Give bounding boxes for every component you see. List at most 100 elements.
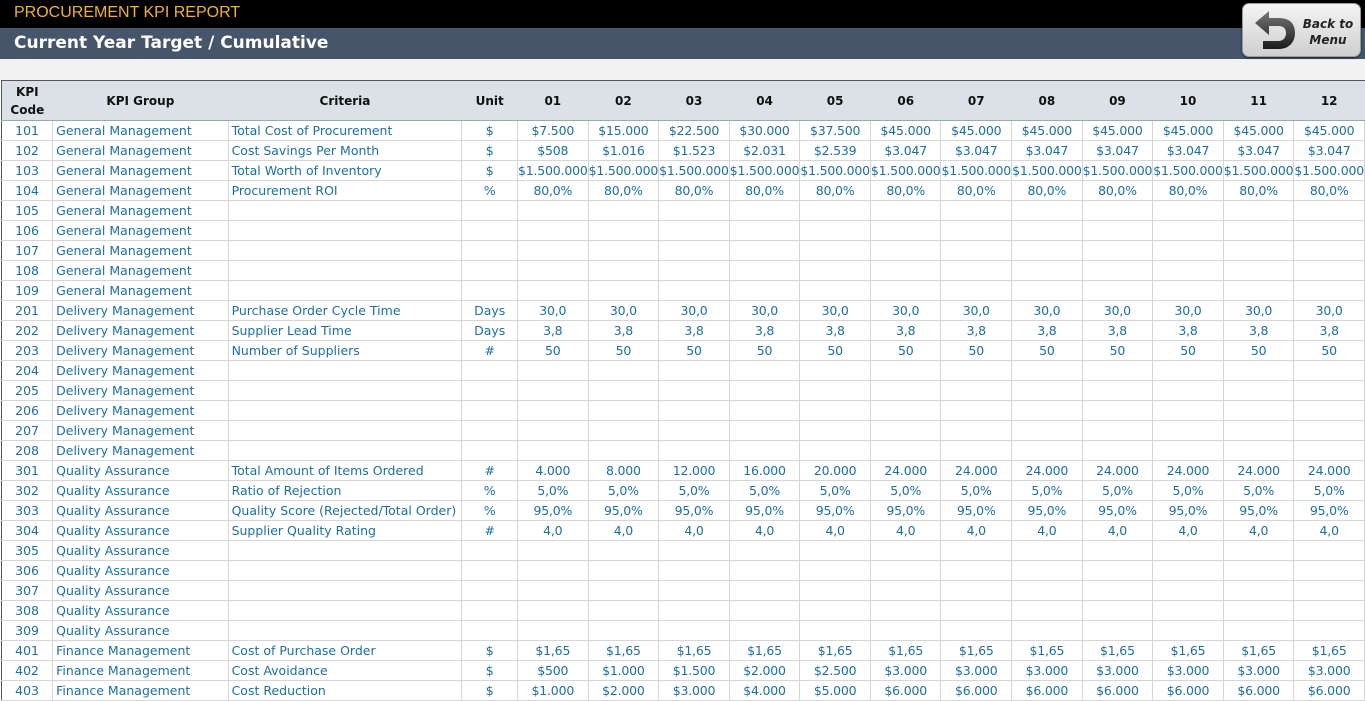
month-value-cell[interactable] xyxy=(1081,440,1154,461)
month-value-cell[interactable] xyxy=(1011,560,1083,581)
month-value-cell[interactable] xyxy=(869,280,942,301)
month-value-cell[interactable]: $1.500 xyxy=(658,660,730,681)
month-value-cell[interactable] xyxy=(1011,400,1083,421)
month-value-cell[interactable]: $6.000 xyxy=(1081,680,1154,701)
month-value-cell[interactable] xyxy=(940,200,1013,221)
month-value-cell[interactable]: 95,0% xyxy=(587,500,660,521)
month-value-cell[interactable]: $6.000 xyxy=(1011,680,1083,701)
month-value-cell[interactable]: $1.500.000 xyxy=(1222,160,1295,181)
month-value-cell[interactable]: $37.500 xyxy=(799,120,871,141)
kpi-code-cell[interactable]: 104 xyxy=(0,180,54,201)
month-value-cell[interactable]: 5,0% xyxy=(587,480,660,501)
month-value-cell[interactable] xyxy=(728,560,801,581)
criteria-cell[interactable]: Cost Savings Per Month xyxy=(227,140,463,161)
kpi-code-cell[interactable]: 109 xyxy=(0,280,54,301)
month-value-cell[interactable] xyxy=(587,240,660,261)
month-value-cell[interactable] xyxy=(1222,360,1295,381)
unit-cell[interactable] xyxy=(461,540,519,561)
month-value-cell[interactable] xyxy=(1081,220,1154,241)
month-value-cell[interactable]: 95,0% xyxy=(869,500,942,521)
month-value-cell[interactable]: 50 xyxy=(517,340,589,361)
criteria-cell[interactable]: Cost Reduction xyxy=(227,680,463,701)
month-value-cell[interactable]: $500 xyxy=(517,660,589,681)
month-value-cell[interactable] xyxy=(517,600,589,621)
month-value-cell[interactable]: 50 xyxy=(1081,340,1154,361)
kpi-group-cell[interactable]: Quality Assurance xyxy=(52,460,229,481)
kpi-code-cell[interactable]: 107 xyxy=(0,240,54,261)
month-value-cell[interactable]: $1,65 xyxy=(1222,640,1295,661)
month-value-cell[interactable] xyxy=(728,260,801,281)
month-value-cell[interactable]: $1,65 xyxy=(1293,640,1365,661)
month-value-cell[interactable] xyxy=(869,240,942,261)
month-value-cell[interactable]: 95,0% xyxy=(799,500,871,521)
unit-cell[interactable]: # xyxy=(461,520,519,541)
month-value-cell[interactable] xyxy=(799,440,871,461)
month-value-cell[interactable]: 4,0 xyxy=(517,520,589,541)
month-value-cell[interactable] xyxy=(517,400,589,421)
unit-cell[interactable]: $ xyxy=(461,640,519,661)
month-value-cell[interactable] xyxy=(517,540,589,561)
kpi-group-cell[interactable]: General Management xyxy=(52,280,229,301)
month-value-cell[interactable] xyxy=(869,620,942,641)
unit-cell[interactable]: % xyxy=(461,500,519,521)
month-value-cell[interactable] xyxy=(1293,560,1365,581)
month-value-cell[interactable] xyxy=(658,620,730,641)
month-value-cell[interactable] xyxy=(940,580,1013,601)
unit-cell[interactable]: # xyxy=(461,340,519,361)
criteria-cell[interactable]: Quality Score (Rejected/Total Order) xyxy=(227,500,463,521)
month-value-cell[interactable] xyxy=(658,360,730,381)
month-value-cell[interactable]: 3,8 xyxy=(517,320,589,341)
criteria-cell[interactable] xyxy=(227,420,463,441)
month-value-cell[interactable] xyxy=(1011,260,1083,281)
month-value-cell[interactable] xyxy=(517,280,589,301)
month-value-cell[interactable] xyxy=(940,420,1013,441)
month-value-cell[interactable]: 95,0% xyxy=(940,500,1013,521)
kpi-group-cell[interactable]: Delivery Management xyxy=(52,320,229,341)
month-value-cell[interactable] xyxy=(587,200,660,221)
month-value-cell[interactable]: 30,0 xyxy=(1222,300,1295,321)
kpi-code-cell[interactable]: 309 xyxy=(0,620,54,641)
month-value-cell[interactable]: $3.000 xyxy=(1152,660,1224,681)
month-value-cell[interactable]: $6.000 xyxy=(1293,680,1365,701)
month-value-cell[interactable]: 8.000 xyxy=(587,460,660,481)
unit-cell[interactable]: % xyxy=(461,180,519,201)
month-value-cell[interactable] xyxy=(587,220,660,241)
month-value-cell[interactable] xyxy=(1081,420,1154,441)
month-value-cell[interactable] xyxy=(517,440,589,461)
month-value-cell[interactable] xyxy=(587,580,660,601)
month-value-cell[interactable]: $3.047 xyxy=(1222,140,1295,161)
unit-cell[interactable]: $ xyxy=(461,120,519,141)
kpi-group-cell[interactable]: Finance Management xyxy=(52,680,229,701)
criteria-cell[interactable] xyxy=(227,220,463,241)
month-value-cell[interactable] xyxy=(1222,620,1295,641)
month-value-cell[interactable]: $45.000 xyxy=(1222,120,1295,141)
month-value-cell[interactable]: 80,0% xyxy=(658,180,730,201)
month-value-cell[interactable] xyxy=(658,580,730,601)
month-value-cell[interactable]: $45.000 xyxy=(1152,120,1224,141)
kpi-group-cell[interactable]: General Management xyxy=(52,260,229,281)
month-value-cell[interactable]: $1,65 xyxy=(940,640,1013,661)
month-value-cell[interactable]: 3,8 xyxy=(587,320,660,341)
month-value-cell[interactable] xyxy=(1293,440,1365,461)
month-value-cell[interactable] xyxy=(1222,200,1295,221)
month-value-cell[interactable] xyxy=(517,260,589,281)
criteria-cell[interactable]: Procurement ROI xyxy=(227,180,463,201)
month-value-cell[interactable]: $3.000 xyxy=(940,660,1013,681)
month-value-cell[interactable]: 4,0 xyxy=(869,520,942,541)
month-value-cell[interactable]: 50 xyxy=(1293,340,1365,361)
month-value-cell[interactable]: 80,0% xyxy=(517,180,589,201)
month-value-cell[interactable] xyxy=(1293,540,1365,561)
month-value-cell[interactable]: 95,0% xyxy=(1152,500,1224,521)
month-value-cell[interactable] xyxy=(799,240,871,261)
month-value-cell[interactable]: 5,0% xyxy=(1152,480,1224,501)
month-value-cell[interactable] xyxy=(1081,540,1154,561)
month-value-cell[interactable] xyxy=(940,440,1013,461)
month-value-cell[interactable] xyxy=(1293,360,1365,381)
criteria-cell[interactable] xyxy=(227,540,463,561)
month-value-cell[interactable] xyxy=(1011,280,1083,301)
month-value-cell[interactable] xyxy=(1152,540,1224,561)
unit-cell[interactable] xyxy=(461,560,519,581)
month-value-cell[interactable]: 80,0% xyxy=(1011,180,1083,201)
month-value-cell[interactable]: $1.500.000 xyxy=(728,160,801,181)
unit-cell[interactable]: % xyxy=(461,480,519,501)
